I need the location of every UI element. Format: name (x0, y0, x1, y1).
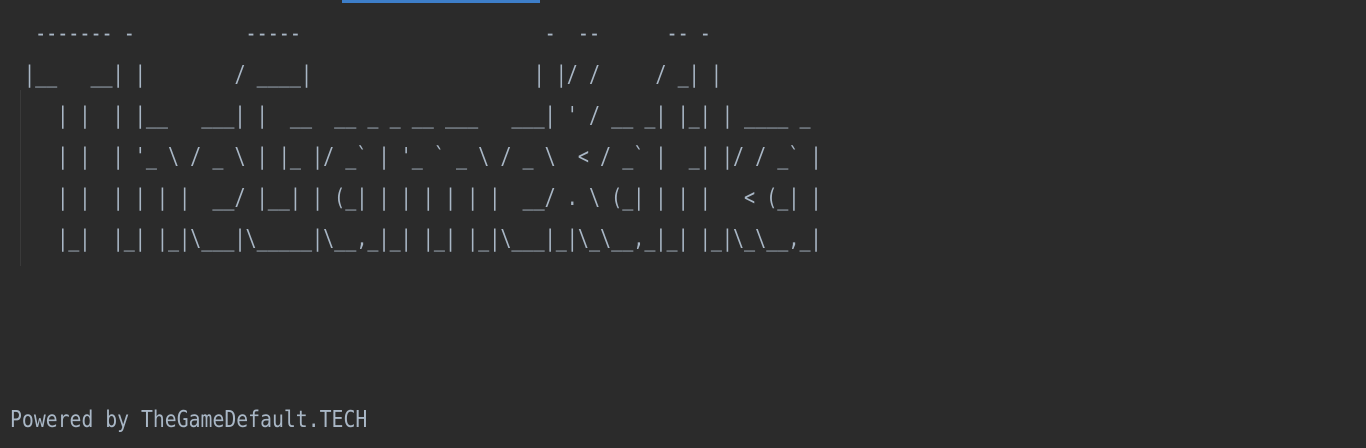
fold-guide-line (20, 90, 21, 266)
ascii-banner: ------- - ----- - -- -- - |__ __| | / __… (24, 21, 822, 252)
active-tab-indicator (342, 0, 540, 3)
powered-by-text: Powered by TheGameDefault.TECH (10, 407, 368, 433)
console-output-panel[interactable]: ------- - ----- - -- -- - |__ __| | / __… (0, 0, 1366, 448)
